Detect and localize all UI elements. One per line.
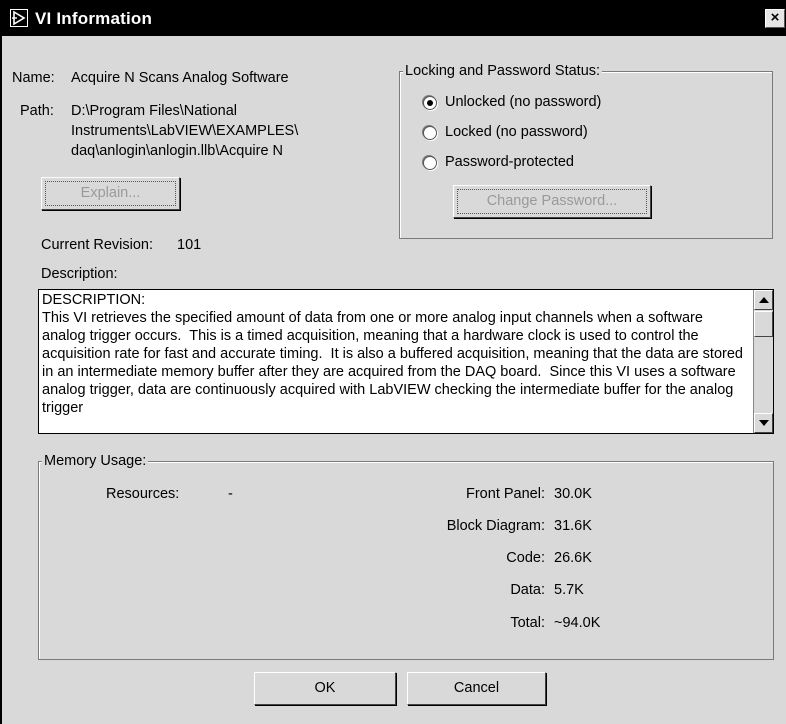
code-value: 26.6K <box>554 550 592 566</box>
cancel-button-label: Cancel <box>453 680 500 696</box>
memory-row: Total: <box>339 615 545 635</box>
description-textbox[interactable]: DESCRIPTION: This VI retrieves the speci… <box>38 289 774 434</box>
ok-button-label: OK <box>314 680 336 696</box>
memory-row: Data: <box>339 582 545 602</box>
code-label: Code: <box>506 550 545 566</box>
arrow-up-icon <box>759 297 769 303</box>
locking-status-title: Locking and Password Status: <box>403 62 603 80</box>
vertical-scrollbar[interactable] <box>753 290 773 433</box>
description-text: DESCRIPTION: This VI retrieves the speci… <box>42 292 743 416</box>
close-icon[interactable]: × <box>765 9 785 28</box>
total-label: Total: <box>510 615 545 631</box>
scroll-up-button[interactable] <box>754 290 773 310</box>
labview-vi-icon <box>10 9 28 27</box>
arrow-down-icon <box>759 420 769 426</box>
vi-name: Acquire N Scans Analog Software <box>71 70 289 86</box>
memory-usage-group: Memory Usage: Resources: - Front Panel: … <box>38 452 774 660</box>
vi-path-line2: Instruments\LabVIEW\EXAMPLES\ <box>71 123 299 139</box>
resources-value: - <box>228 486 233 502</box>
radio-unlocked-label: Unlocked (no password) <box>445 94 602 110</box>
locking-status-group: Locking and Password Status: Unlocked (n… <box>399 62 773 239</box>
radio-button[interactable] <box>423 96 437 110</box>
ok-button[interactable]: OK <box>254 672 396 705</box>
cancel-button[interactable]: Cancel <box>407 672 546 705</box>
vi-path-line3: daq\anlogin\anlogin.llb\Acquire N <box>71 143 284 159</box>
revision-value: 101 <box>177 237 202 253</box>
name-label: Name: <box>12 70 55 86</box>
description-label: Description: <box>41 266 118 282</box>
vi-path-line1: D:\Program Files\National <box>71 103 237 119</box>
scroll-thumb[interactable] <box>754 311 773 337</box>
radio-button[interactable] <box>423 126 437 140</box>
change-password-button[interactable]: Change Password... <box>453 185 651 218</box>
scroll-down-button[interactable] <box>754 413 773 433</box>
block-diagram-value: 31.6K <box>554 518 592 534</box>
data-label: Data: <box>510 582 545 598</box>
title-bar[interactable]: VI Information × <box>2 0 786 36</box>
memory-usage-title: Memory Usage: <box>42 452 149 470</box>
data-value: 5.7K <box>554 582 584 598</box>
radio-button[interactable] <box>423 156 437 170</box>
vi-information-dialog: VI Information × Name: Acquire N Scans A… <box>0 0 786 724</box>
focus-rect <box>457 189 647 214</box>
memory-row: Front Panel: <box>339 486 545 506</box>
window-title: VI Information <box>35 9 153 28</box>
explain-button[interactable]: Explain... <box>41 177 180 210</box>
radio-locked-label: Locked (no password) <box>445 124 588 140</box>
focus-rect <box>45 181 176 206</box>
resources-label: Resources: <box>106 486 180 502</box>
total-value: ~94.0K <box>554 615 601 631</box>
path-label: Path: <box>20 103 54 119</box>
front-panel-value: 30.0K <box>554 486 592 502</box>
revision-label: Current Revision: <box>41 237 154 253</box>
memory-row: Code: <box>339 550 545 570</box>
radio-password-label: Password-protected <box>445 154 574 170</box>
block-diagram-label: Block Diagram: <box>446 518 545 534</box>
radio-selected-dot <box>427 100 433 106</box>
front-panel-label: Front Panel: <box>466 486 545 502</box>
memory-row: Block Diagram: <box>339 518 545 538</box>
